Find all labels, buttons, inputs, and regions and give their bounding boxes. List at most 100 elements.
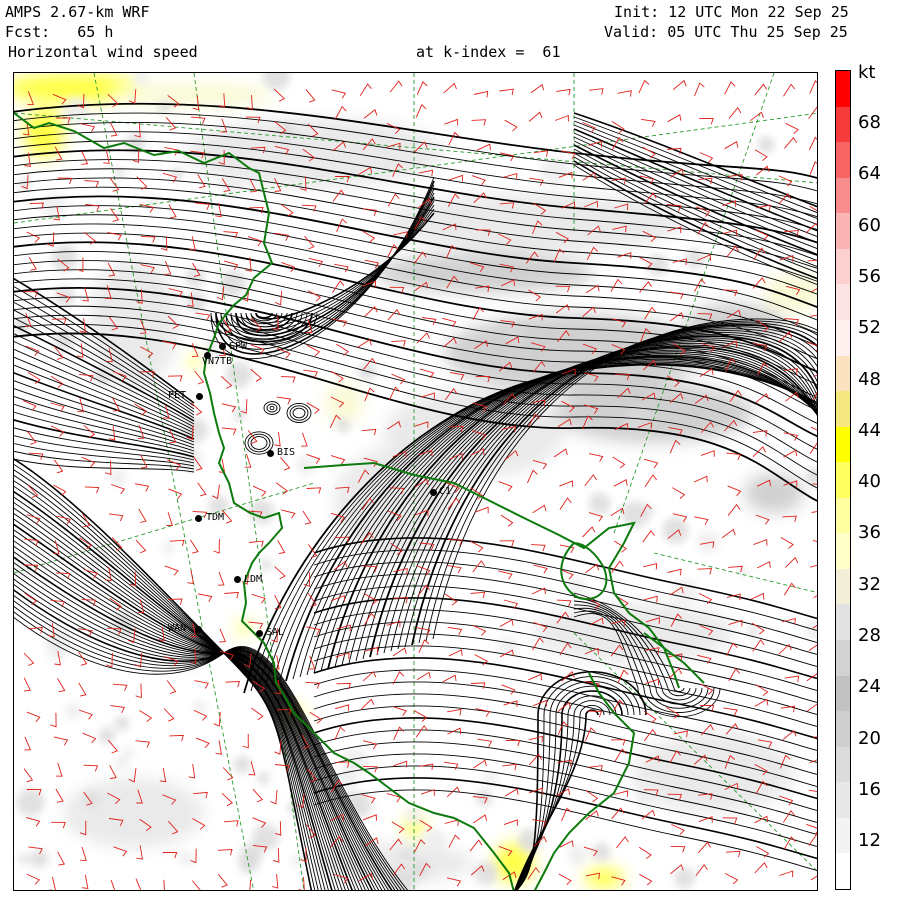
wind-barb — [442, 674, 457, 683]
grid-line — [613, 73, 775, 534]
colorbar-segment — [836, 853, 850, 890]
colorbar-segment — [836, 640, 850, 677]
wind-barb — [728, 107, 742, 119]
wind-barb — [807, 703, 817, 712]
wind-barb — [444, 819, 459, 826]
terrain-patch — [667, 602, 681, 615]
wind-barb — [190, 402, 203, 416]
wind-barb — [110, 705, 125, 714]
wind-barb — [504, 119, 518, 132]
wind-barb — [415, 104, 427, 118]
terrain-patch — [262, 73, 291, 91]
station-label: C1 — [439, 486, 452, 497]
colorbar-segment — [836, 746, 850, 783]
wind-barb — [250, 368, 262, 382]
colorbar-segment — [836, 675, 850, 712]
wind-barb — [361, 428, 377, 436]
colorbar-segment — [836, 213, 850, 250]
wind-barb — [693, 475, 708, 483]
station-label: SAL — [266, 627, 285, 638]
wind-barb — [108, 513, 124, 522]
wind-barb — [281, 509, 296, 519]
wind-barb — [224, 591, 239, 599]
wind-barb — [502, 763, 517, 771]
wind-barb — [448, 649, 463, 657]
terrain-patch — [123, 746, 135, 758]
terrain-patch — [162, 541, 176, 555]
wind-barb — [135, 683, 142, 699]
wind-barb — [782, 810, 796, 823]
colorbar-tick-label: 64 — [858, 163, 881, 185]
wind-barb — [754, 698, 769, 707]
wind-barb — [78, 682, 87, 697]
colorbar-segment — [836, 462, 850, 499]
wind-barb — [23, 768, 34, 783]
wind-barb — [528, 673, 542, 681]
wind-barb — [694, 516, 709, 526]
wind-barb — [447, 626, 463, 636]
wind-barb — [23, 677, 31, 692]
wind-barb — [589, 88, 604, 95]
wind-barb — [416, 671, 431, 681]
colorbar-segment — [836, 177, 850, 214]
wind-barb — [724, 873, 739, 885]
terrain-patch — [51, 244, 78, 272]
terrain-patch — [87, 557, 101, 571]
wind-barb — [360, 698, 375, 710]
wind-barb — [754, 83, 768, 96]
terrain-patch — [662, 517, 689, 544]
wind-barb — [50, 599, 65, 608]
wind-barb — [641, 118, 656, 127]
wind-barb — [588, 453, 604, 462]
terrain-patch — [421, 828, 447, 853]
terrain-patch — [170, 167, 183, 181]
wind-barb — [113, 846, 128, 857]
wind-barb — [448, 834, 460, 848]
wind-barb — [499, 152, 515, 162]
wind-barb — [362, 208, 378, 216]
wind-barb — [309, 711, 323, 724]
wind-barb — [359, 83, 372, 97]
wind-barb — [221, 427, 237, 435]
wind-barb — [26, 711, 41, 723]
wind-barb — [271, 873, 279, 889]
wind-barb — [110, 122, 118, 137]
terrain-patch — [98, 727, 116, 745]
wind-barb — [756, 846, 770, 858]
wind-barb — [726, 245, 739, 258]
streamline — [14, 427, 195, 461]
wind-barb — [49, 876, 56, 890]
wind-barb — [225, 681, 241, 688]
wind-barb — [694, 82, 705, 97]
terrain-patch — [697, 530, 720, 553]
wind-barb — [724, 140, 739, 150]
wind-barb — [109, 177, 120, 192]
valid-time: Valid: 05 UTC Thu 25 Sep 25 — [604, 23, 848, 41]
wind-barb — [639, 281, 652, 293]
wind-barb — [528, 111, 543, 122]
wind-barb — [391, 821, 405, 834]
wind-barb — [160, 236, 168, 251]
wind-barb — [643, 458, 659, 469]
wind-barb — [270, 789, 278, 805]
high-speed-blob — [186, 356, 202, 366]
wind-barb — [530, 83, 545, 94]
wind-barb — [559, 497, 572, 510]
wind-barb — [188, 764, 196, 779]
terrain-patch — [16, 788, 45, 817]
wind-barb — [166, 512, 174, 527]
wind-barb — [812, 539, 817, 543]
colorbar-segment — [836, 604, 850, 641]
wind-barb — [81, 456, 96, 468]
wind-barb — [82, 287, 90, 302]
wind-barb — [638, 79, 650, 94]
wind-barb — [779, 870, 794, 878]
wind-barb — [26, 873, 41, 885]
wind-barb — [526, 469, 538, 484]
streamline-swirl — [266, 403, 278, 413]
wind-barb — [135, 740, 151, 748]
wind-barb — [249, 879, 252, 890]
wind-barb — [194, 370, 205, 385]
terrain-patch — [178, 850, 195, 867]
wind-barb — [500, 514, 514, 527]
